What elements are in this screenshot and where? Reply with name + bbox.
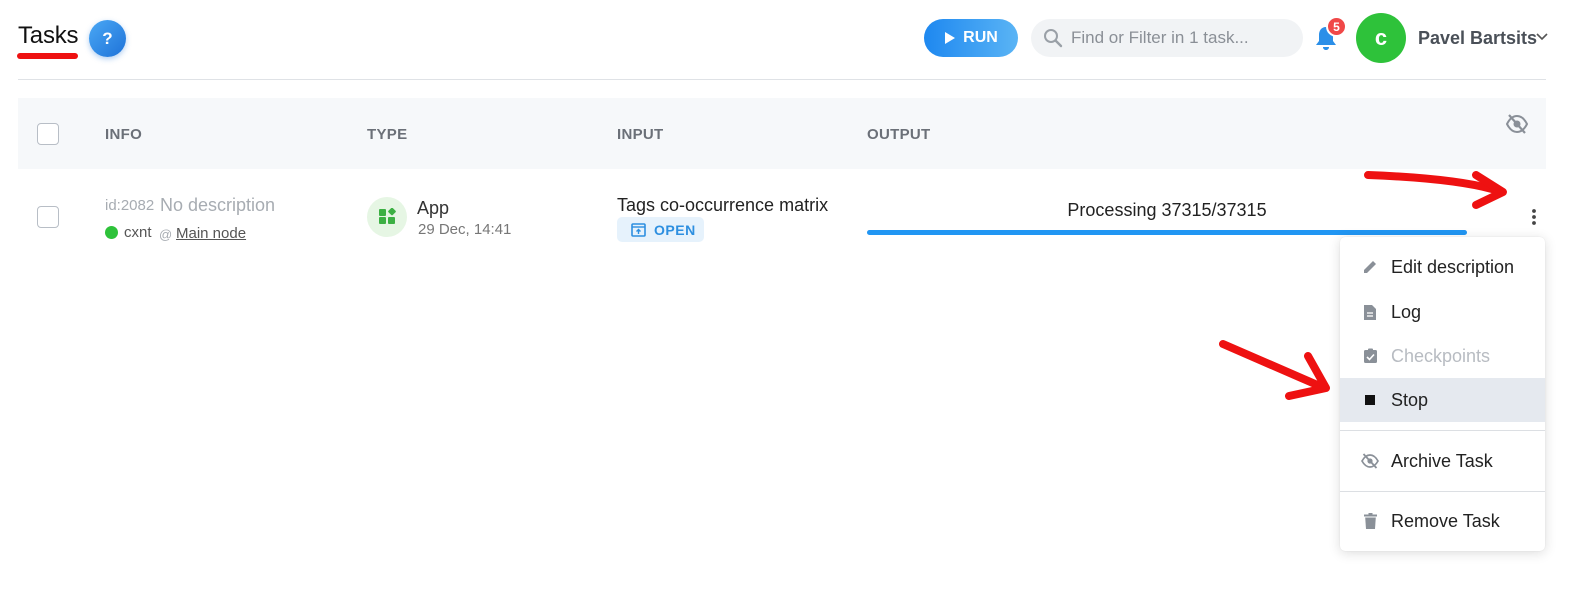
task-context-menu: Edit description Log Checkpoints Stop Ar… [1340,237,1545,551]
annotation-arrow-stop [1219,340,1330,400]
eye-off-icon [1361,452,1379,470]
kebab-menu-icon [1532,209,1536,225]
stop-icon [1361,391,1379,409]
clipboard-check-icon [1361,347,1379,365]
open-button[interactable]: OPEN [617,217,704,242]
progress-bar [867,230,1467,235]
page-title: Tasks [18,22,79,49]
app-icon [367,197,407,237]
at-sign: @ [159,227,173,242]
more-options-button[interactable] [1523,205,1545,229]
menu-item-remove-task[interactable]: Remove Task [1340,499,1545,543]
menu-item-checkpoints: Checkpoints [1340,334,1545,378]
table-header: INFO TYPE INPUT OUTPUT [18,98,1546,169]
menu-divider [1340,491,1545,492]
column-header-type[interactable]: TYPE [367,126,407,143]
node-link[interactable]: Main node [176,225,246,242]
open-external-icon [631,222,646,237]
task-date: 29 Dec, 14:41 [418,221,512,238]
menu-item-log[interactable]: Log [1340,290,1545,334]
menu-divider [1340,430,1545,431]
select-all-checkbox[interactable] [37,123,59,145]
user-name[interactable]: Pavel Bartsits [1418,28,1537,49]
trash-icon [1361,512,1379,530]
header-divider [18,79,1546,80]
eye-off-icon[interactable] [1506,114,1528,134]
avatar[interactable]: c [1356,13,1406,63]
column-header-output[interactable]: OUTPUT [867,126,930,143]
menu-item-label: Archive Task [1391,451,1493,471]
header: Tasks ? RUN 5 c Pavel Bartsits [0,0,1585,80]
input-name[interactable]: Tags co-occurrence matrix [617,195,828,216]
menu-item-label: Log [1391,302,1422,322]
run-button-label: RUN [963,29,998,46]
menu-item-label: Stop [1391,390,1429,410]
output-status: Processing 37315/37315 [1067,200,1267,220]
task-type: App [417,198,450,218]
row-checkbox[interactable] [37,206,59,228]
search-input[interactable] [1071,19,1296,57]
menu-item-stop[interactable]: Stop [1340,378,1545,422]
status-dot [105,226,118,239]
column-header-info[interactable]: INFO [105,126,142,143]
workspace-name: cxnt [124,224,152,241]
search-icon [1044,29,1063,48]
title-annotation-underline [17,53,78,59]
table-row: id:2082 No description cxnt @ Main node … [18,169,1546,265]
menu-item-archive-task[interactable]: Archive Task [1340,439,1545,483]
search-box [1031,19,1303,57]
apps-grid-icon [379,208,396,224]
progress-fill [867,230,1467,235]
open-button-label: OPEN [654,221,696,238]
menu-item-label: Checkpoints [1391,346,1491,366]
run-button[interactable]: RUN [924,19,1018,57]
task-description: No description [160,195,276,215]
column-header-input[interactable]: INPUT [617,126,664,143]
document-icon [1361,303,1379,321]
menu-item-label: Edit description [1391,257,1515,277]
pencil-icon [1361,258,1379,276]
play-icon [945,32,956,44]
chevron-down-icon[interactable] [1536,32,1548,42]
notification-badge: 5 [1326,16,1347,37]
menu-item-edit-description[interactable]: Edit description [1340,245,1545,289]
menu-item-label: Remove Task [1391,511,1500,531]
help-button[interactable]: ? [89,20,126,57]
task-id: id:2082 [105,197,155,214]
